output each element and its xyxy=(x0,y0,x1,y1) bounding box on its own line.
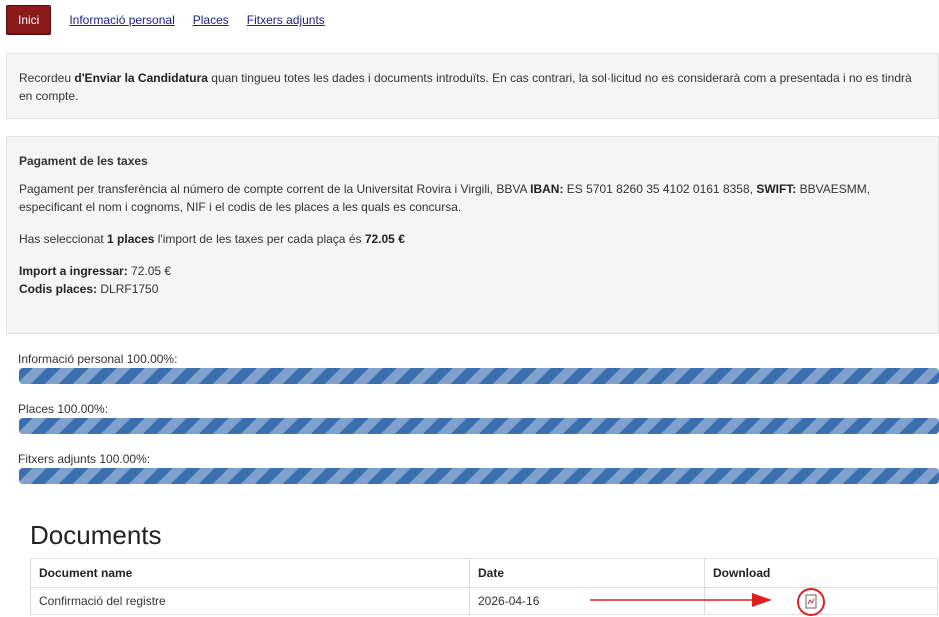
column-header-download: Download xyxy=(704,558,938,588)
codes-line: Codis places: DLRF1750 xyxy=(19,280,926,298)
progress-label-places: Places 100.00%: xyxy=(18,402,109,416)
tab-bar: Inici Informació personal Places Fitxers… xyxy=(6,5,325,35)
documents-heading: Documents xyxy=(30,520,162,550)
payment-text: Pagament per transferència al número de … xyxy=(19,182,531,196)
submission-notice: Recordeu d'Enviar la Candidatura quan ti… xyxy=(6,53,939,119)
notice-text: Recordeu xyxy=(19,71,75,85)
progress-label-informacio-personal: Informació personal 100.00%: xyxy=(18,352,178,366)
places-count: 1 places xyxy=(107,232,155,246)
annotation-arrow-icon xyxy=(590,593,772,607)
codes-label: Codis places: xyxy=(19,282,98,296)
progress-fill xyxy=(19,368,939,384)
progress-bar-informacio-personal xyxy=(19,368,939,384)
progress-fill xyxy=(19,418,939,434)
tab-inici[interactable]: Inici xyxy=(6,5,52,35)
import-line: Import a ingressar: 72.05 € xyxy=(19,262,926,280)
progress-bar-places xyxy=(19,418,939,434)
table-header-row: Document name Date Download xyxy=(30,558,938,588)
notice-bold: d'Enviar la Candidatura xyxy=(74,71,208,85)
column-header-date: Date xyxy=(469,558,705,588)
iban-label: IBAN: xyxy=(530,182,564,196)
column-header-document-name: Document name xyxy=(30,558,470,588)
progress-label-fitxers-adjunts: Fitxers adjunts 100.00%: xyxy=(18,452,151,466)
pdf-file-icon[interactable] xyxy=(796,587,826,617)
progress-bar-fitxers-adjunts xyxy=(19,468,939,484)
tab-fitxers-adjunts[interactable]: Fitxers adjunts xyxy=(247,13,325,27)
payment-title: Pagament de les taxes xyxy=(19,154,148,168)
import-label: Import a ingressar: xyxy=(19,264,128,278)
iban-value: ES 5701 8260 35 4102 0161 8358, xyxy=(563,182,757,196)
swift-label: SWIFT: xyxy=(756,182,797,196)
payment-panel: Pagament de les taxes Pagament per trans… xyxy=(6,136,939,334)
payment-instructions: Pagament per transferència al número de … xyxy=(19,180,926,216)
codes-value: DLRF1750 xyxy=(97,282,159,296)
progress-fill xyxy=(19,468,939,484)
fee-amount: 72.05 € xyxy=(364,232,405,246)
fee-text: l'import de les taxes per cada plaça és xyxy=(154,232,365,246)
import-value: 72.05 € xyxy=(127,264,172,278)
tab-places[interactable]: Places xyxy=(193,13,229,27)
tab-informacio-personal[interactable]: Informació personal xyxy=(69,13,174,27)
document-name-cell: Confirmació del registre xyxy=(30,587,470,615)
selected-text: Has seleccionat xyxy=(19,232,108,246)
selected-places-text: Has seleccionat 1 places l'import de les… xyxy=(19,230,926,248)
